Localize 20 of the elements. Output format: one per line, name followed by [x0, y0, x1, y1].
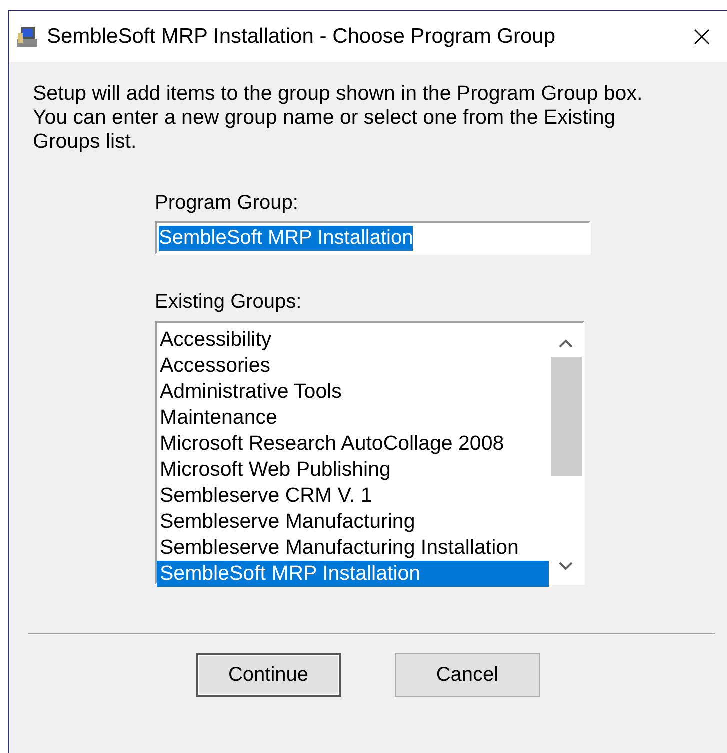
- list-item[interactable]: Accessories: [157, 353, 549, 379]
- scrollbar-thumb[interactable]: [550, 357, 582, 476]
- list-item[interactable]: Administrative Tools: [157, 379, 549, 405]
- list-item[interactable]: SembleSoft MRP Installation: [157, 561, 549, 587]
- existing-groups-label: Existing Groups:: [155, 291, 303, 314]
- dialog-button[interactable]: Continue: [196, 653, 341, 697]
- list-item[interactable]: Microsoft Research AutoCollage 2008: [157, 431, 549, 457]
- list-item[interactable]: Microsoft Web Publishing: [157, 457, 549, 483]
- program-group-field[interactable]: SembleSoft MRP Installation: [155, 221, 591, 255]
- list-item[interactable]: Sembleserve Manufacturing Installation: [157, 535, 549, 561]
- program-group-label: Program Group:: [155, 192, 300, 215]
- window-title: SembleSoft MRP Installation - Choose Program Group: [47, 24, 557, 48]
- list-item[interactable]: Maintenance: [157, 405, 549, 431]
- setup-computer-icon: [15, 24, 39, 48]
- list-item[interactable]: Sembleserve Manufacturing: [157, 509, 549, 535]
- instructions-text: Setup will add items to the group shown in the Program Group box. You can enter a new group name or select one from the Existing Groups list.: [33, 82, 644, 154]
- list-item[interactable]: Sembleserve CRM V. 1: [157, 483, 549, 509]
- dialog-button[interactable]: Cancel: [395, 653, 540, 697]
- existing-groups-list[interactable]: [155, 321, 585, 585]
- list-item[interactable]: Accessibility: [157, 327, 549, 353]
